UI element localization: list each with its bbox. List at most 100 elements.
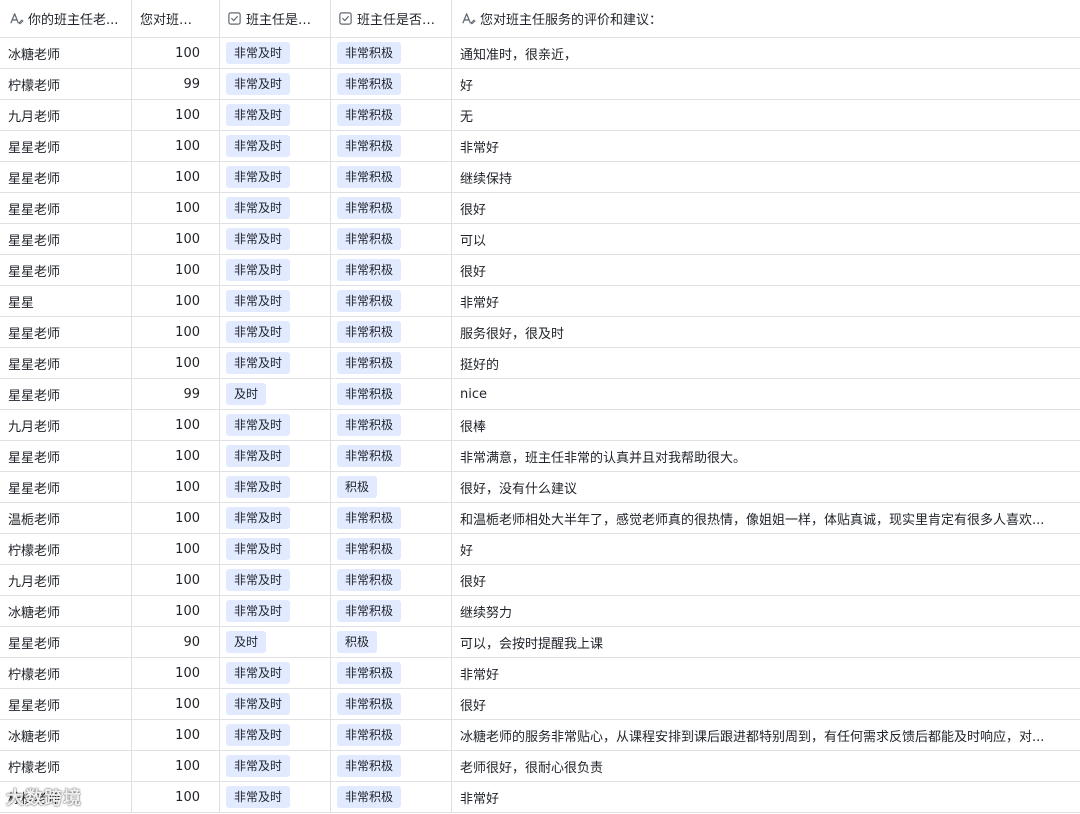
cell-comment[interactable]: 很棒 (452, 410, 1080, 440)
cell-comment[interactable]: 好 (452, 69, 1080, 99)
cell-active[interactable]: 非常积极 (331, 410, 452, 440)
cell-comment[interactable]: nice (452, 379, 1080, 409)
cell-score[interactable]: 100 (132, 348, 220, 378)
cell-score[interactable]: 99 (132, 69, 220, 99)
cell-timely[interactable]: 及时 (220, 627, 331, 657)
cell-comment[interactable]: 通知准时，很亲近， (452, 38, 1080, 68)
cell-comment[interactable]: 老师很好，很耐心很负责 (452, 751, 1080, 781)
cell-teacher[interactable]: 星星老师 (0, 317, 132, 347)
cell-teacher[interactable]: 柠檬老师 (0, 69, 132, 99)
cell-timely[interactable]: 非常及时 (220, 596, 331, 626)
cell-active[interactable]: 非常积极 (331, 193, 452, 223)
cell-active[interactable]: 非常积极 (331, 224, 452, 254)
cell-score[interactable]: 100 (132, 565, 220, 595)
table-row[interactable]: 星星老师 99 及时 非常积极 nice (0, 379, 1080, 410)
cell-timely[interactable]: 非常及时 (220, 255, 331, 285)
cell-timely[interactable]: 非常及时 (220, 410, 331, 440)
table-row[interactable]: 星星老师 100 非常及时 非常积极 很好 (0, 193, 1080, 224)
cell-active[interactable]: 非常积极 (331, 131, 452, 161)
cell-timely[interactable]: 非常及时 (220, 348, 331, 378)
cell-comment[interactable]: 很好 (452, 255, 1080, 285)
cell-active[interactable]: 积极 (331, 472, 452, 502)
cell-comment[interactable]: 无 (452, 100, 1080, 130)
cell-comment[interactable]: 可以，会按时提醒我上课 (452, 627, 1080, 657)
cell-score[interactable]: 100 (132, 131, 220, 161)
cell-score[interactable]: 100 (132, 658, 220, 688)
cell-comment[interactable]: 可以 (452, 224, 1080, 254)
cell-teacher[interactable]: 星星老师 (0, 379, 132, 409)
cell-score[interactable]: 100 (132, 255, 220, 285)
cell-active[interactable]: 非常积极 (331, 100, 452, 130)
cell-timely[interactable]: 及时 (220, 379, 331, 409)
cell-active[interactable]: 非常积极 (331, 162, 452, 192)
cell-score[interactable]: 100 (132, 782, 220, 812)
cell-score[interactable]: 100 (132, 441, 220, 471)
cell-teacher[interactable]: 星星老师 (0, 162, 132, 192)
cell-active[interactable]: 非常积极 (331, 379, 452, 409)
table-row[interactable]: 九月老师 100 非常及时 非常积极 很棒 (0, 410, 1080, 441)
cell-score[interactable]: 100 (132, 162, 220, 192)
cell-comment[interactable]: 非常好 (452, 286, 1080, 316)
cell-teacher[interactable]: 柠檬老师 (0, 782, 132, 812)
cell-active[interactable]: 非常积极 (331, 69, 452, 99)
cell-active[interactable]: 非常积极 (331, 441, 452, 471)
table-row[interactable]: 温栀老师 100 非常及时 非常积极 和温栀老师相处大半年了，感觉老师真的很热情，像姐姐… (0, 503, 1080, 534)
cell-timely[interactable]: 非常及时 (220, 224, 331, 254)
table-row[interactable]: 星星 100 非常及时 非常积极 非常好 (0, 286, 1080, 317)
table-row[interactable]: 星星老师 100 非常及时 非常积极 可以 (0, 224, 1080, 255)
cell-active[interactable]: 非常积极 (331, 689, 452, 719)
cell-score[interactable]: 99 (132, 379, 220, 409)
table-row[interactable]: 星星老师 100 非常及时 非常积极 挺好的 (0, 348, 1080, 379)
cell-timely[interactable]: 非常及时 (220, 193, 331, 223)
cell-comment[interactable]: 很好 (452, 193, 1080, 223)
table-row[interactable]: 九月老师 100 非常及时 非常积极 很好 (0, 565, 1080, 596)
table-row[interactable]: 柠檬老师 99 非常及时 非常积极 好 (0, 69, 1080, 100)
table-row[interactable]: 星星老师 100 非常及时 非常积极 非常满意，班主任非常的认真并且对我帮助很大。 (0, 441, 1080, 472)
table-row[interactable]: 星星老师 100 非常及时 非常积极 非常好 (0, 131, 1080, 162)
cell-score[interactable]: 100 (132, 100, 220, 130)
cell-comment[interactable]: 好 (452, 534, 1080, 564)
cell-comment[interactable]: 服务很好，很及时 (452, 317, 1080, 347)
cell-teacher[interactable]: 星星老师 (0, 689, 132, 719)
table-row[interactable]: 柠檬老师 100 非常及时 非常积极 非常好 (0, 658, 1080, 689)
column-header-comment[interactable]: 您对班主任服务的评价和建议： (452, 0, 1080, 37)
cell-timely[interactable]: 非常及时 (220, 782, 331, 812)
cell-active[interactable]: 非常积极 (331, 38, 452, 68)
cell-active[interactable]: 非常积极 (331, 348, 452, 378)
cell-teacher[interactable]: 星星老师 (0, 472, 132, 502)
table-row[interactable]: 冰糖老师 100 非常及时 非常积极 冰糖老师的服务非常贴心，从课程安排到课后跟进都特别… (0, 720, 1080, 751)
column-header-timely[interactable]: 班主任是否... (220, 0, 331, 37)
cell-teacher[interactable]: 冰糖老师 (0, 38, 132, 68)
cell-timely[interactable]: 非常及时 (220, 565, 331, 595)
cell-teacher[interactable]: 冰糖老师 (0, 596, 132, 626)
cell-active[interactable]: 非常积极 (331, 596, 452, 626)
table-row[interactable]: 星星老师 100 非常及时 积极 很好，没有什么建议 (0, 472, 1080, 503)
cell-active[interactable]: 非常积极 (331, 658, 452, 688)
cell-active[interactable]: 非常积极 (331, 317, 452, 347)
cell-comment[interactable]: 继续保持 (452, 162, 1080, 192)
cell-comment[interactable]: 很好 (452, 689, 1080, 719)
cell-timely[interactable]: 非常及时 (220, 317, 331, 347)
cell-comment[interactable]: 很好，没有什么建议 (452, 472, 1080, 502)
cell-score[interactable]: 90 (132, 627, 220, 657)
cell-active[interactable]: 非常积极 (331, 286, 452, 316)
table-row[interactable]: 柠檬老师 100 非常及时 非常积极 好 (0, 534, 1080, 565)
table-row[interactable]: 星星老师 100 非常及时 非常积极 服务很好，很及时 (0, 317, 1080, 348)
table-row[interactable]: 星星老师 90 及时 积极 可以，会按时提醒我上课 (0, 627, 1080, 658)
cell-active[interactable]: 非常积极 (331, 565, 452, 595)
cell-score[interactable]: 100 (132, 720, 220, 750)
cell-teacher[interactable]: 星星老师 (0, 627, 132, 657)
cell-comment[interactable]: 挺好的 (452, 348, 1080, 378)
cell-teacher[interactable]: 星星老师 (0, 348, 132, 378)
cell-timely[interactable]: 非常及时 (220, 131, 331, 161)
cell-active[interactable]: 非常积极 (331, 534, 452, 564)
cell-comment[interactable]: 非常好 (452, 658, 1080, 688)
cell-score[interactable]: 100 (132, 751, 220, 781)
cell-teacher[interactable]: 星星老师 (0, 441, 132, 471)
cell-teacher[interactable]: 柠檬老师 (0, 658, 132, 688)
cell-score[interactable]: 100 (132, 410, 220, 440)
table-row[interactable]: 柠檬老师 100 非常及时 非常积极 老师很好，很耐心很负责 (0, 751, 1080, 782)
table-row[interactable]: 冰糖老师 100 非常及时 非常积极 通知准时，很亲近， (0, 38, 1080, 69)
cell-timely[interactable]: 非常及时 (220, 100, 331, 130)
cell-teacher[interactable]: 星星 (0, 286, 132, 316)
